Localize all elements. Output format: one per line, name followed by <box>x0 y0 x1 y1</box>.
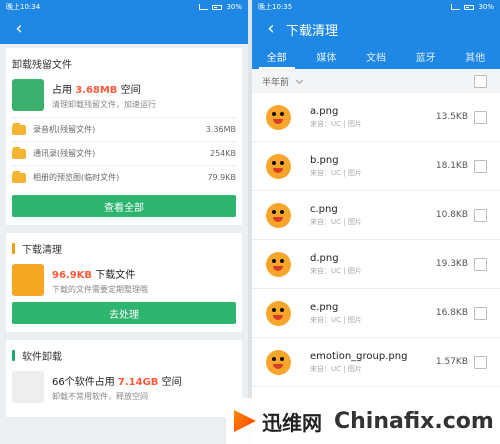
residual-row-3[interactable]: 相册的预览图(临时文件) 79.9KB <box>12 165 236 189</box>
watermark-english: Chinafix.com <box>334 408 494 434</box>
section-title: 下载清理 <box>22 245 62 256</box>
file-checkbox[interactable] <box>474 257 487 271</box>
watermark: 迅维网 Chinafix.com <box>226 398 500 444</box>
file-row[interactable]: e.png 来自：UC | 图片 16.8KB <box>252 289 500 338</box>
watermark-chinese: 迅维网 <box>262 410 322 435</box>
file-size: 16.8KB <box>435 308 468 318</box>
file-name: emotion_group.png <box>310 350 408 362</box>
top-bar: ‹ <box>0 14 248 44</box>
file-thumbnail <box>266 202 291 228</box>
download-arrow-icon <box>12 264 44 296</box>
app-grid-icon <box>12 371 44 403</box>
group-header[interactable]: 半年前 <box>252 69 500 93</box>
tab-all[interactable]: 全部 <box>252 44 302 69</box>
section-title: 卸载残留文件 <box>12 60 72 71</box>
file-row[interactable]: c.png 来自：UC | 图片 10.8KB <box>252 191 500 240</box>
file-name: a.png <box>310 105 339 117</box>
battery-icon <box>464 4 475 10</box>
tab-media[interactable]: 媒体 <box>302 44 352 69</box>
top-bar: ‹ 下载清理 <box>252 14 500 44</box>
tab-bar: 全部 媒体 文档 蓝牙 其他 <box>252 44 500 69</box>
file-size: 10.8KB <box>435 210 468 220</box>
download-cleanup-card: 下载清理 96.9KB 下载文件 下载的文件需要定期整理哦 去处理 <box>6 233 242 332</box>
file-row[interactable]: d.png 来自：UC | 图片 19.3KB <box>252 240 500 289</box>
residual-summary: 占用 3.68MB 空间 清理卸载残留文件，加速运行 <box>12 79 236 111</box>
residual-description: 清理卸载残留文件，加速运行 <box>52 99 156 109</box>
file-thumbnail <box>266 251 291 277</box>
status-bar: 晚上10:35 30% <box>252 0 500 14</box>
status-bar: 晚上10:34 30% <box>0 0 248 14</box>
right-screen: 晚上10:35 30% ‹ 下载清理 全部 媒体 文档 蓝牙 其他 半年前 a.… <box>252 0 500 444</box>
battery-level: 30% <box>226 3 242 11</box>
battery-level: 30% <box>478 3 494 11</box>
file-source: 来自：UC | 图片 <box>310 266 362 275</box>
file-checkbox[interactable] <box>474 159 487 173</box>
tab-bluetooth[interactable]: 蓝牙 <box>401 44 451 69</box>
uninstall-summary: 66个软件占用 7.14GB 空间 卸载不常用软件，释放空间 <box>12 371 236 403</box>
back-icon[interactable]: ‹ <box>262 20 280 38</box>
file-source: 来自：UC | 图片 <box>310 217 362 226</box>
file-source: 来自：UC | 图片 <box>310 315 362 324</box>
uninstall-size: 7.14GB <box>117 376 159 388</box>
download-description: 下载的文件需要定期整理哦 <box>52 284 148 294</box>
uninstall-description: 卸载不常用软件，释放空间 <box>52 391 148 401</box>
file-size: 1.57KB <box>435 357 468 367</box>
tab-other[interactable]: 其他 <box>450 44 500 69</box>
file-name: e.png <box>310 301 339 313</box>
residual-usage: 占用 3.68MB 空间 <box>52 84 141 96</box>
battery-icon <box>212 4 223 10</box>
file-name: b.png <box>310 154 339 166</box>
file-thumbnail <box>266 349 291 375</box>
file-checkbox[interactable] <box>474 306 487 320</box>
select-all-checkbox[interactable] <box>474 74 487 88</box>
file-row[interactable]: emotion_group.png 来自：UC | 图片 1.57KB <box>252 338 500 387</box>
status-icons: 30% <box>451 3 494 11</box>
left-screen: 晚上10:34 30% ‹ 卸载残留文件 占用 3.68MB 空间 清理卸载残留… <box>0 0 248 444</box>
status-time: 晚上10:35 <box>258 3 293 11</box>
file-row[interactable]: b.png 来自：UC | 图片 18.1KB <box>252 142 500 191</box>
file-size: 19.3KB <box>435 259 468 269</box>
back-icon[interactable]: ‹ <box>10 20 28 38</box>
status-icons: 30% <box>199 3 242 11</box>
file-source: 来自：UC | 图片 <box>310 168 362 177</box>
file-source: 来自：UC | 图片 <box>310 364 362 373</box>
view-all-button[interactable]: 查看全部 <box>12 195 236 217</box>
residual-size: 3.68MB <box>75 84 118 96</box>
status-time: 晚上10:34 <box>6 3 41 11</box>
section-accent <box>12 350 15 361</box>
file-checkbox[interactable] <box>474 208 487 222</box>
file-size: 13.5KB <box>435 112 468 122</box>
file-thumbnail <box>266 300 291 326</box>
download-summary: 96.9KB 下载文件 下载的文件需要定期整理哦 <box>12 264 236 296</box>
process-button[interactable]: 去处理 <box>12 302 236 324</box>
android-icon <box>12 79 44 111</box>
file-size: 18.1KB <box>435 161 468 171</box>
file-thumbnail <box>266 104 291 130</box>
page-title: 下载清理 <box>286 23 339 39</box>
file-source: 来自：UC | 图片 <box>310 119 362 128</box>
chevron-down-icon[interactable] <box>295 76 304 84</box>
file-thumbnail <box>266 153 291 179</box>
file-row[interactable]: a.png 来自：UC | 图片 13.5KB <box>252 93 500 142</box>
app-uninstall-card: 软件卸载 66个软件占用 7.14GB 空间 卸载不常用软件，释放空间 <box>6 340 242 417</box>
group-label: 半年前 <box>262 77 290 88</box>
card-title: 卸载残留文件 <box>12 56 236 71</box>
folder-icon <box>12 122 26 135</box>
residual-row-2[interactable]: 通讯录(残留文件) 254KB <box>12 141 236 165</box>
signal-icon <box>451 4 461 10</box>
tab-documents[interactable]: 文档 <box>351 44 401 69</box>
section-accent <box>12 243 15 254</box>
folder-icon <box>12 170 26 183</box>
file-checkbox[interactable] <box>474 355 487 369</box>
residual-files-card: 卸载残留文件 占用 3.68MB 空间 清理卸载残留文件，加速运行 录音机(残留… <box>6 48 242 225</box>
download-size: 96.9KB <box>52 269 93 281</box>
folder-icon <box>12 146 26 159</box>
file-name: c.png <box>310 203 338 215</box>
file-name: d.png <box>310 252 339 264</box>
residual-row-1[interactable]: 录音机(残留文件) 3.36MB <box>12 117 236 141</box>
signal-icon <box>199 4 209 10</box>
section-title: 软件卸载 <box>22 352 62 363</box>
file-checkbox[interactable] <box>474 110 487 124</box>
watermark-logo-icon <box>234 410 256 432</box>
